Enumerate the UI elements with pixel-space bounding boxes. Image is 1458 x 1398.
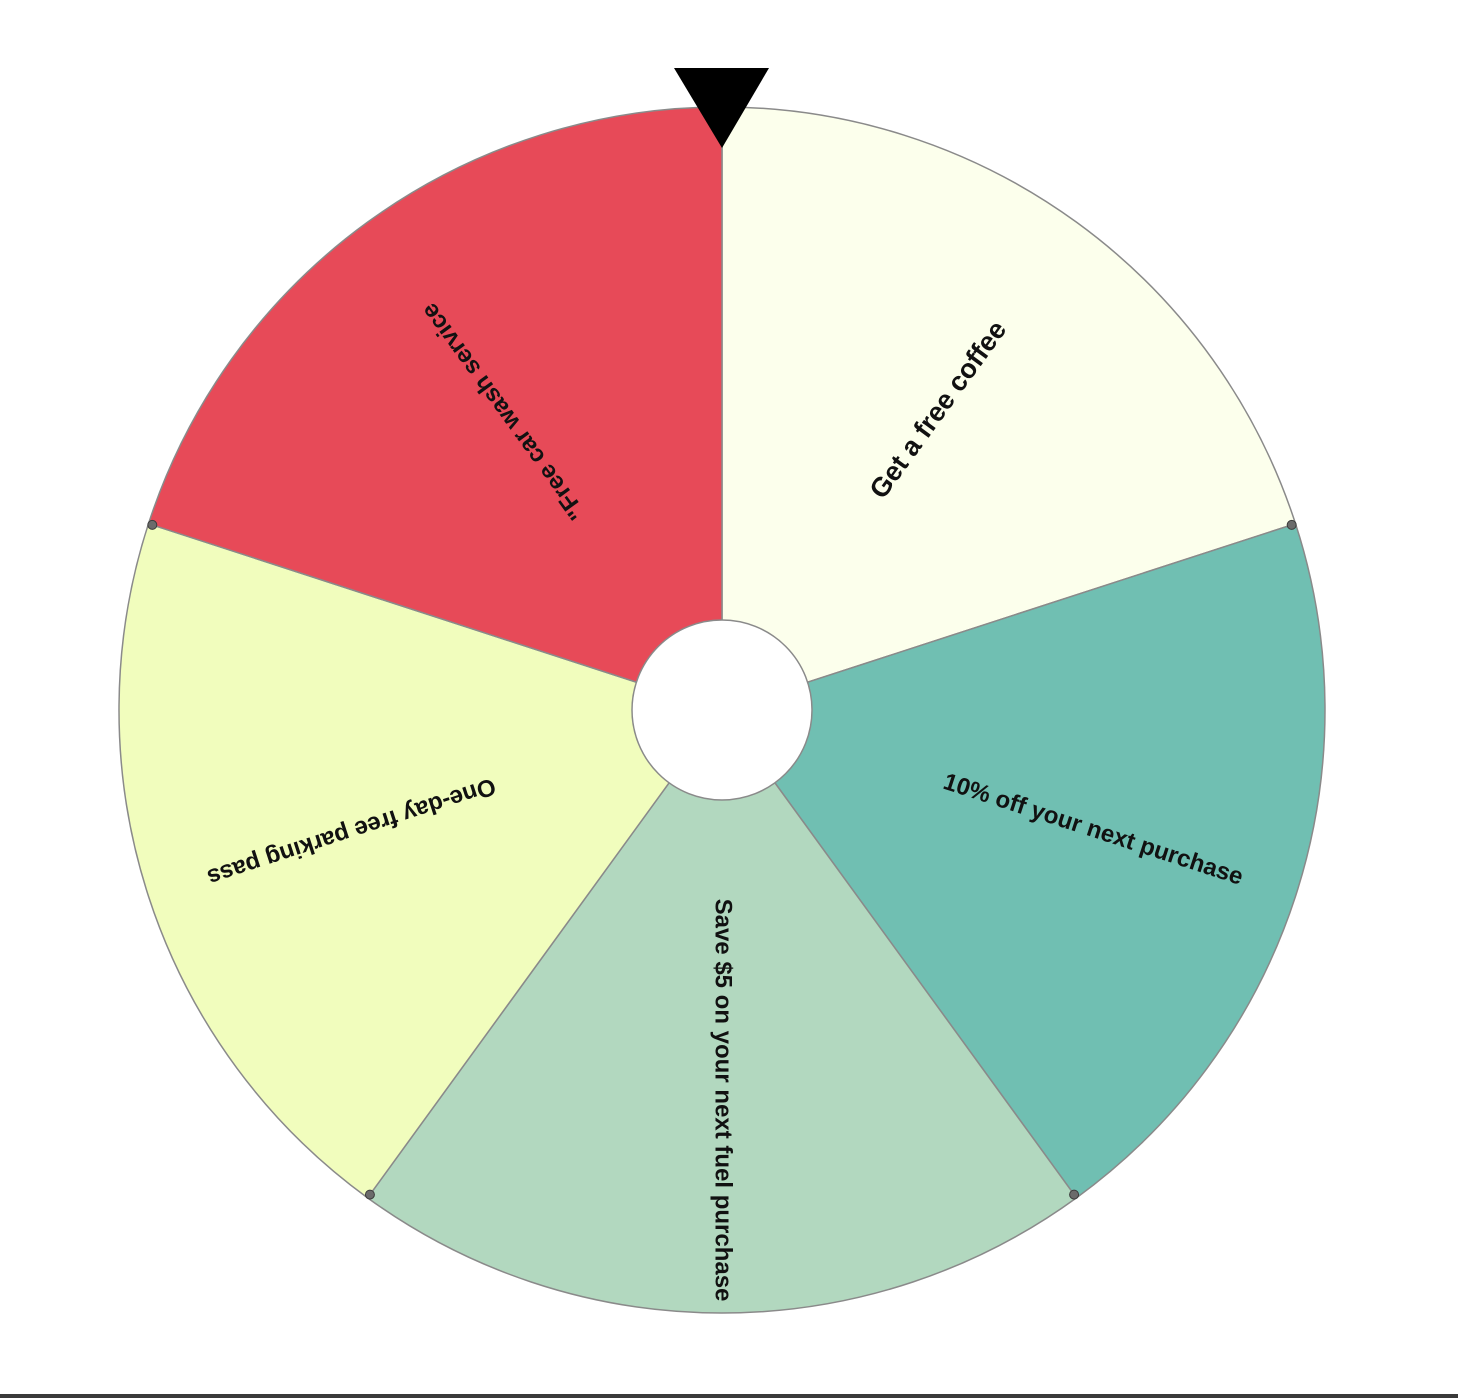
wheel-peg — [1069, 1189, 1080, 1200]
wheel-peg — [147, 519, 158, 530]
prize-wheel[interactable]: Get a free coffee10% off your next purch… — [0, 0, 1458, 1398]
wheel-peg — [364, 1189, 375, 1200]
wheel-peg — [1286, 519, 1297, 530]
wheel-hub[interactable] — [631, 619, 813, 801]
bottom-divider — [0, 1394, 1458, 1398]
wheel-segment-label: Save $5 on your next fuel purchase — [710, 899, 737, 1302]
